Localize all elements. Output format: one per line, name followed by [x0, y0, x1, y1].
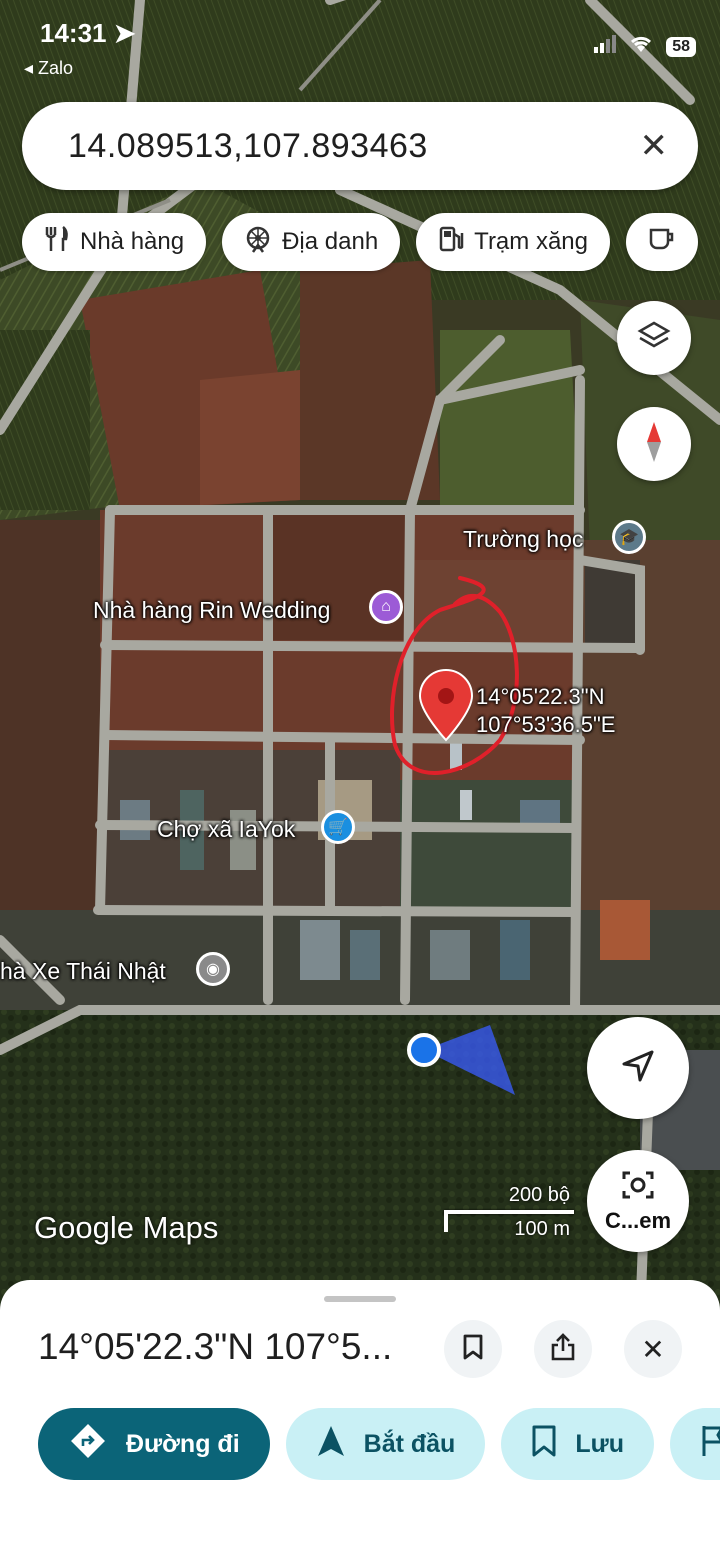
start-button[interactable]: Bắt đầu — [285, 1408, 486, 1480]
wifi-icon — [628, 34, 654, 59]
back-app-label: Zalo — [38, 58, 74, 78]
compass-icon — [644, 421, 664, 467]
start-label: Bắt đầu — [363, 1429, 456, 1458]
chip-label: Nhà hàng — [80, 228, 185, 255]
logo-maps: Maps — [142, 1210, 219, 1245]
place-bottom-sheet[interactable]: 14°05'22.3"N 107°5... ✕ Đường đi Bắt đầu… — [0, 1280, 720, 1559]
map-label-market[interactable]: Chợ xã IaYok — [157, 816, 295, 843]
search-bar[interactable]: 14.089513,107.893463 ✕ — [22, 102, 698, 190]
restaurant-icon — [44, 225, 70, 260]
place-marker-icon[interactable]: ◉ — [196, 952, 230, 986]
logo-google: Google — [34, 1210, 134, 1245]
compass-button[interactable] — [617, 407, 691, 481]
navigation-arrow-icon — [620, 1048, 656, 1089]
place-title: 14°05'22.3"N 107°5... — [38, 1326, 393, 1367]
flag-icon — [700, 1424, 720, 1465]
pin-coordinates[interactable]: 14°05'22.3"N 107°53'36.5"E — [476, 684, 615, 738]
status-icons: 58 — [592, 34, 696, 59]
directions-button[interactable]: Đường đi — [38, 1408, 270, 1480]
chip-gas-stations[interactable]: Trạm xăng — [416, 213, 610, 271]
share-button[interactable] — [534, 1320, 592, 1378]
chip-attractions[interactable]: Địa danh — [222, 213, 401, 271]
chip-coffee[interactable] — [625, 213, 698, 271]
scale-metric: 100 m — [514, 1218, 570, 1240]
action-buttons: Đường đi Bắt đầu Lưu — [38, 1408, 720, 1480]
attraction-icon — [244, 225, 272, 260]
map-label-bus-company[interactable]: hà Xe Thái Nhật — [0, 958, 166, 985]
signal-icon — [592, 35, 617, 58]
gas-station-icon — [438, 225, 464, 260]
status-bar: 14:31 ➤ ◂ Zalo 58 — [0, 0, 720, 90]
camera-icon — [620, 1169, 656, 1206]
bookmark-button[interactable] — [444, 1320, 502, 1378]
share-icon — [550, 1332, 576, 1367]
event-venue-icon[interactable]: ⌂ — [369, 590, 403, 624]
school-icon[interactable]: 🎓 — [612, 520, 646, 554]
chip-restaurants[interactable]: Nhà hàng — [22, 213, 207, 271]
layers-icon — [637, 319, 671, 358]
more-actions-button[interactable] — [669, 1408, 720, 1480]
chip-label: Trạm xăng — [474, 228, 588, 255]
my-location-button[interactable] — [587, 1017, 689, 1119]
battery-indicator: 58 — [666, 36, 696, 57]
save-button[interactable]: Lưu — [501, 1408, 654, 1480]
my-location-dot — [407, 1033, 441, 1067]
layers-button[interactable] — [617, 301, 691, 375]
bookmark-icon — [462, 1333, 484, 1366]
close-icon[interactable]: ✕ — [640, 126, 669, 166]
chip-label: Địa danh — [282, 228, 379, 255]
pin-latitude: 14°05'22.3"N — [476, 684, 605, 709]
map-label-school[interactable]: Trường học — [463, 526, 583, 553]
google-maps-logo: Google Maps — [34, 1210, 218, 1246]
directions-label: Đường đi — [126, 1429, 240, 1458]
location-arrow-icon: ➤ — [113, 18, 136, 48]
map-canvas[interactable] — [0, 0, 720, 1320]
lens-camera-button[interactable]: C...em — [587, 1150, 689, 1252]
navigation-start-icon — [316, 1424, 346, 1465]
directions-icon — [68, 1421, 108, 1468]
bookmark-icon — [531, 1424, 557, 1465]
category-chips: Nhà hàng Địa danh Trạm xăng — [22, 213, 698, 271]
map-label-restaurant[interactable]: Nhà hàng Rin Wedding — [93, 597, 330, 624]
close-sheet-button[interactable]: ✕ — [624, 1320, 682, 1378]
scale-imperial: 200 bộ — [508, 1184, 570, 1206]
shopping-cart-icon[interactable]: 🛒 — [321, 810, 355, 844]
search-query[interactable]: 14.089513,107.893463 — [68, 127, 428, 166]
coffee-icon — [648, 226, 676, 259]
pin-longitude: 107°53'36.5"E — [476, 712, 616, 737]
save-label: Lưu — [575, 1429, 624, 1458]
map-scale: 200 bộ 100 m — [444, 1184, 576, 1240]
back-to-app-link[interactable]: ◂ Zalo — [24, 58, 73, 79]
close-icon: ✕ — [641, 1333, 665, 1365]
lens-label: C...em — [604, 1207, 672, 1233]
sheet-drag-handle[interactable] — [324, 1296, 396, 1302]
status-time: 14:31 ➤ — [40, 18, 136, 48]
google-maps-screen: 14:31 ➤ ◂ Zalo 58 14.089513,107.893463 ✕… — [0, 0, 720, 1559]
